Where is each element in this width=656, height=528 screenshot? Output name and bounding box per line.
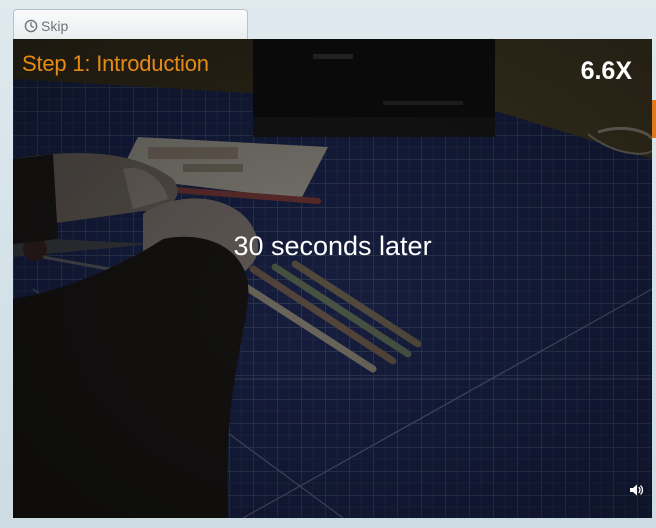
volume-icon[interactable] [628, 482, 644, 498]
skip-button[interactable]: Skip [13, 9, 248, 41]
step-title: Step 1: Introduction [22, 51, 209, 76]
clock-icon [24, 19, 38, 32]
video-frame [13, 39, 652, 518]
video-player[interactable]: Step 1: Introduction 6.6X 30 seconds lat… [13, 39, 652, 518]
skip-label: Skip [41, 17, 69, 34]
time-skip-caption: 30 seconds later [233, 231, 432, 261]
playback-speed: 6.6X [580, 57, 632, 85]
